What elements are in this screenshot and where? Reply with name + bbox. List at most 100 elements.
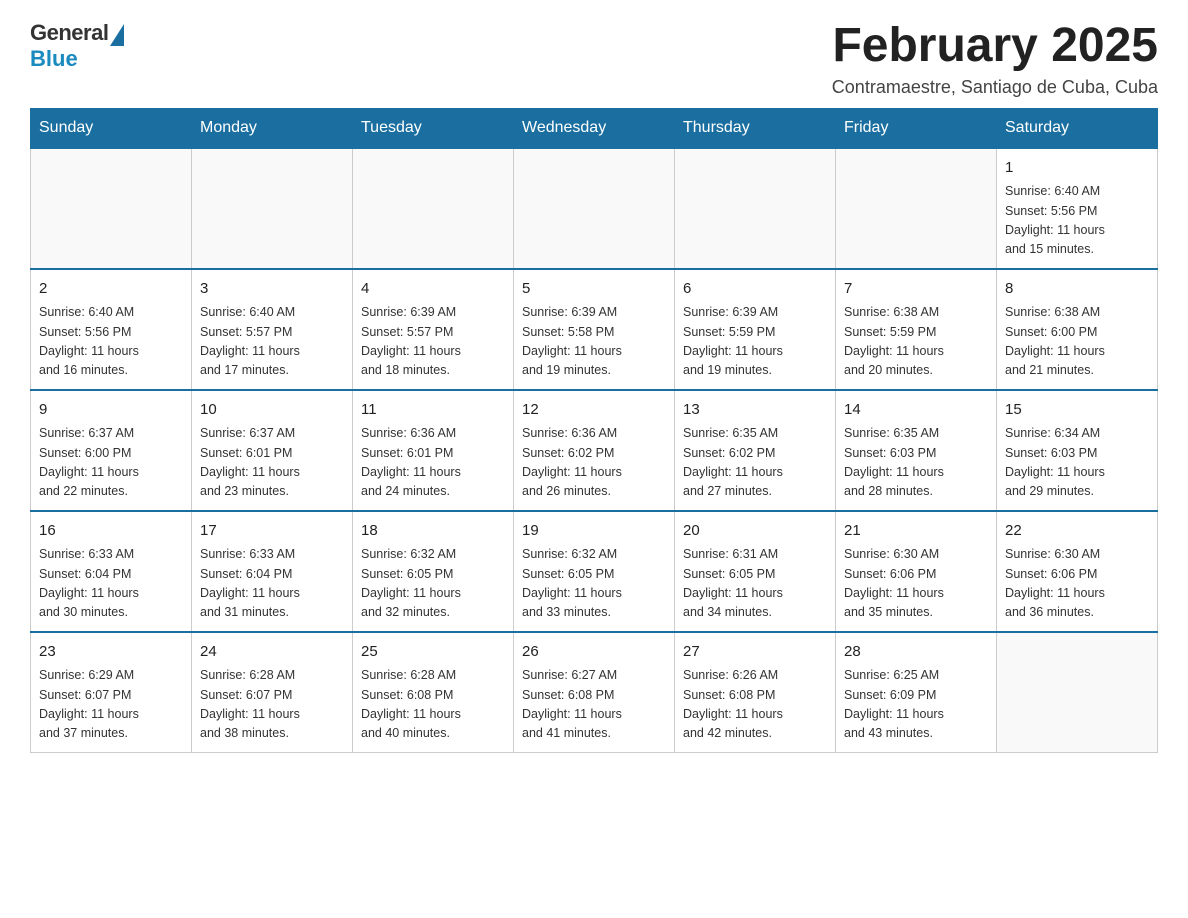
calendar-cell: 22Sunrise: 6:30 AM Sunset: 6:06 PM Dayli… — [997, 511, 1158, 632]
day-info: Sunrise: 6:33 AM Sunset: 6:04 PM Dayligh… — [200, 545, 344, 623]
day-number: 24 — [200, 641, 344, 664]
calendar-title: February 2025 — [832, 20, 1158, 73]
day-number: 27 — [683, 641, 827, 664]
calendar-cell — [31, 148, 192, 269]
day-info: Sunrise: 6:25 AM Sunset: 6:09 PM Dayligh… — [844, 666, 988, 744]
day-number: 25 — [361, 641, 505, 664]
day-number: 15 — [1005, 399, 1149, 422]
calendar-table: SundayMondayTuesdayWednesdayThursdayFrid… — [30, 108, 1158, 753]
day-number: 13 — [683, 399, 827, 422]
logo-general-text: General — [30, 20, 108, 46]
day-info: Sunrise: 6:40 AM Sunset: 5:57 PM Dayligh… — [200, 303, 344, 381]
calendar-cell: 15Sunrise: 6:34 AM Sunset: 6:03 PM Dayli… — [997, 390, 1158, 511]
day-info: Sunrise: 6:36 AM Sunset: 6:02 PM Dayligh… — [522, 424, 666, 502]
logo-blue-text: Blue — [30, 46, 78, 72]
day-number: 1 — [1005, 157, 1149, 180]
day-info: Sunrise: 6:27 AM Sunset: 6:08 PM Dayligh… — [522, 666, 666, 744]
day-info: Sunrise: 6:28 AM Sunset: 6:07 PM Dayligh… — [200, 666, 344, 744]
day-info: Sunrise: 6:26 AM Sunset: 6:08 PM Dayligh… — [683, 666, 827, 744]
day-number: 9 — [39, 399, 183, 422]
calendar-week-4: 16Sunrise: 6:33 AM Sunset: 6:04 PM Dayli… — [31, 511, 1158, 632]
calendar-cell: 7Sunrise: 6:38 AM Sunset: 5:59 PM Daylig… — [836, 269, 997, 390]
calendar-header-row: SundayMondayTuesdayWednesdayThursdayFrid… — [31, 108, 1158, 148]
day-info: Sunrise: 6:35 AM Sunset: 6:02 PM Dayligh… — [683, 424, 827, 502]
calendar-cell: 3Sunrise: 6:40 AM Sunset: 5:57 PM Daylig… — [192, 269, 353, 390]
calendar-cell: 2Sunrise: 6:40 AM Sunset: 5:56 PM Daylig… — [31, 269, 192, 390]
calendar-cell — [514, 148, 675, 269]
day-info: Sunrise: 6:32 AM Sunset: 6:05 PM Dayligh… — [361, 545, 505, 623]
day-info: Sunrise: 6:30 AM Sunset: 6:06 PM Dayligh… — [844, 545, 988, 623]
calendar-cell: 9Sunrise: 6:37 AM Sunset: 6:00 PM Daylig… — [31, 390, 192, 511]
calendar-cell: 4Sunrise: 6:39 AM Sunset: 5:57 PM Daylig… — [353, 269, 514, 390]
day-info: Sunrise: 6:39 AM Sunset: 5:57 PM Dayligh… — [361, 303, 505, 381]
day-number: 5 — [522, 278, 666, 301]
day-number: 23 — [39, 641, 183, 664]
calendar-cell: 8Sunrise: 6:38 AM Sunset: 6:00 PM Daylig… — [997, 269, 1158, 390]
calendar-cell: 26Sunrise: 6:27 AM Sunset: 6:08 PM Dayli… — [514, 632, 675, 753]
day-number: 12 — [522, 399, 666, 422]
calendar-cell: 5Sunrise: 6:39 AM Sunset: 5:58 PM Daylig… — [514, 269, 675, 390]
calendar-cell: 19Sunrise: 6:32 AM Sunset: 6:05 PM Dayli… — [514, 511, 675, 632]
day-number: 2 — [39, 278, 183, 301]
day-info: Sunrise: 6:32 AM Sunset: 6:05 PM Dayligh… — [522, 545, 666, 623]
calendar-cell: 14Sunrise: 6:35 AM Sunset: 6:03 PM Dayli… — [836, 390, 997, 511]
weekday-header-monday: Monday — [192, 108, 353, 148]
day-number: 10 — [200, 399, 344, 422]
day-number: 26 — [522, 641, 666, 664]
weekday-header-wednesday: Wednesday — [514, 108, 675, 148]
calendar-week-1: 1Sunrise: 6:40 AM Sunset: 5:56 PM Daylig… — [31, 148, 1158, 269]
logo: General Blue — [30, 20, 124, 72]
calendar-cell: 6Sunrise: 6:39 AM Sunset: 5:59 PM Daylig… — [675, 269, 836, 390]
day-info: Sunrise: 6:38 AM Sunset: 5:59 PM Dayligh… — [844, 303, 988, 381]
day-number: 6 — [683, 278, 827, 301]
calendar-cell: 25Sunrise: 6:28 AM Sunset: 6:08 PM Dayli… — [353, 632, 514, 753]
day-info: Sunrise: 6:30 AM Sunset: 6:06 PM Dayligh… — [1005, 545, 1149, 623]
day-number: 3 — [200, 278, 344, 301]
calendar-cell — [192, 148, 353, 269]
day-info: Sunrise: 6:34 AM Sunset: 6:03 PM Dayligh… — [1005, 424, 1149, 502]
calendar-cell: 21Sunrise: 6:30 AM Sunset: 6:06 PM Dayli… — [836, 511, 997, 632]
day-number: 28 — [844, 641, 988, 664]
calendar-cell: 13Sunrise: 6:35 AM Sunset: 6:02 PM Dayli… — [675, 390, 836, 511]
calendar-cell: 17Sunrise: 6:33 AM Sunset: 6:04 PM Dayli… — [192, 511, 353, 632]
day-info: Sunrise: 6:29 AM Sunset: 6:07 PM Dayligh… — [39, 666, 183, 744]
day-info: Sunrise: 6:33 AM Sunset: 6:04 PM Dayligh… — [39, 545, 183, 623]
weekday-header-friday: Friday — [836, 108, 997, 148]
day-info: Sunrise: 6:39 AM Sunset: 5:59 PM Dayligh… — [683, 303, 827, 381]
day-info: Sunrise: 6:28 AM Sunset: 6:08 PM Dayligh… — [361, 666, 505, 744]
page-header: General Blue February 2025 Contramaestre… — [30, 20, 1158, 98]
calendar-cell: 18Sunrise: 6:32 AM Sunset: 6:05 PM Dayli… — [353, 511, 514, 632]
day-info: Sunrise: 6:36 AM Sunset: 6:01 PM Dayligh… — [361, 424, 505, 502]
day-number: 20 — [683, 520, 827, 543]
day-number: 8 — [1005, 278, 1149, 301]
weekday-header-sunday: Sunday — [31, 108, 192, 148]
day-number: 18 — [361, 520, 505, 543]
day-info: Sunrise: 6:37 AM Sunset: 6:01 PM Dayligh… — [200, 424, 344, 502]
day-number: 22 — [1005, 520, 1149, 543]
calendar-week-2: 2Sunrise: 6:40 AM Sunset: 5:56 PM Daylig… — [31, 269, 1158, 390]
weekday-header-tuesday: Tuesday — [353, 108, 514, 148]
day-info: Sunrise: 6:38 AM Sunset: 6:00 PM Dayligh… — [1005, 303, 1149, 381]
day-number: 7 — [844, 278, 988, 301]
calendar-week-5: 23Sunrise: 6:29 AM Sunset: 6:07 PM Dayli… — [31, 632, 1158, 753]
calendar-cell — [836, 148, 997, 269]
day-info: Sunrise: 6:40 AM Sunset: 5:56 PM Dayligh… — [39, 303, 183, 381]
calendar-cell — [353, 148, 514, 269]
calendar-cell: 28Sunrise: 6:25 AM Sunset: 6:09 PM Dayli… — [836, 632, 997, 753]
logo-triangle-icon — [110, 24, 124, 46]
calendar-cell — [997, 632, 1158, 753]
calendar-cell: 12Sunrise: 6:36 AM Sunset: 6:02 PM Dayli… — [514, 390, 675, 511]
calendar-cell: 27Sunrise: 6:26 AM Sunset: 6:08 PM Dayli… — [675, 632, 836, 753]
calendar-cell: 20Sunrise: 6:31 AM Sunset: 6:05 PM Dayli… — [675, 511, 836, 632]
day-number: 21 — [844, 520, 988, 543]
day-number: 16 — [39, 520, 183, 543]
calendar-subtitle: Contramaestre, Santiago de Cuba, Cuba — [832, 77, 1158, 98]
weekday-header-thursday: Thursday — [675, 108, 836, 148]
day-number: 4 — [361, 278, 505, 301]
day-info: Sunrise: 6:39 AM Sunset: 5:58 PM Dayligh… — [522, 303, 666, 381]
day-number: 11 — [361, 399, 505, 422]
day-info: Sunrise: 6:37 AM Sunset: 6:00 PM Dayligh… — [39, 424, 183, 502]
day-number: 17 — [200, 520, 344, 543]
calendar-cell — [675, 148, 836, 269]
calendar-cell: 23Sunrise: 6:29 AM Sunset: 6:07 PM Dayli… — [31, 632, 192, 753]
